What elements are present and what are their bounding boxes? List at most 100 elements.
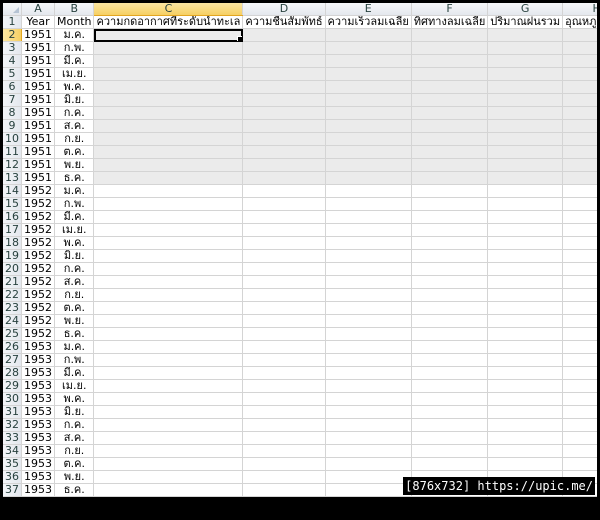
cell-year[interactable]: 1953 xyxy=(21,405,55,419)
cell-empty[interactable] xyxy=(242,236,326,250)
cell-empty[interactable] xyxy=(487,366,564,380)
cell-empty[interactable] xyxy=(562,405,597,419)
row-header[interactable]: 24 xyxy=(3,314,22,328)
cell-empty[interactable] xyxy=(562,54,597,68)
cell-empty[interactable] xyxy=(487,431,564,445)
cell-empty[interactable] xyxy=(487,119,564,133)
cell-empty[interactable] xyxy=(325,366,412,380)
cell-empty[interactable] xyxy=(487,444,564,458)
cell-month[interactable]: ก.ย. xyxy=(54,132,95,146)
cell-year[interactable]: 1953 xyxy=(21,418,55,432)
cell-empty[interactable] xyxy=(242,28,326,42)
cell-empty[interactable] xyxy=(487,28,564,42)
cell-year[interactable]: 1951 xyxy=(21,67,55,81)
cell-empty[interactable] xyxy=(242,184,326,198)
cell-empty[interactable] xyxy=(325,171,412,185)
cell-year[interactable]: 1952 xyxy=(21,301,55,315)
cell-empty[interactable] xyxy=(93,184,244,198)
cell-empty[interactable] xyxy=(487,314,564,328)
row-header[interactable]: 12 xyxy=(3,158,22,172)
cell-empty[interactable] xyxy=(242,444,326,458)
cell-empty[interactable] xyxy=(93,392,244,406)
cell-empty[interactable] xyxy=(411,418,489,432)
cell-empty[interactable] xyxy=(242,132,326,146)
cell-empty[interactable] xyxy=(325,405,412,419)
cell-empty[interactable] xyxy=(242,106,326,120)
cell-empty[interactable] xyxy=(487,210,564,224)
row-header[interactable]: 10 xyxy=(3,132,22,146)
cell-empty[interactable] xyxy=(242,210,326,224)
row-header[interactable]: 18 xyxy=(3,236,22,250)
selected-cell-c2[interactable] xyxy=(93,28,244,42)
cell-empty[interactable] xyxy=(411,314,489,328)
cell-year[interactable]: 1951 xyxy=(21,28,55,42)
cell-empty[interactable] xyxy=(242,314,326,328)
cell-year[interactable]: 1953 xyxy=(21,353,55,367)
cell-empty[interactable] xyxy=(242,67,326,81)
cell-empty[interactable] xyxy=(93,314,244,328)
cell-empty[interactable] xyxy=(325,158,412,172)
cell-year[interactable]: 1953 xyxy=(21,457,55,471)
row-header[interactable]: 7 xyxy=(3,93,22,107)
cell-empty[interactable] xyxy=(242,418,326,432)
cell-empty[interactable] xyxy=(325,249,412,263)
cell-empty[interactable] xyxy=(93,80,244,94)
cell-month[interactable]: มิ.ย. xyxy=(54,405,95,419)
row-header[interactable]: 14 xyxy=(3,184,22,198)
cell-empty[interactable] xyxy=(487,340,564,354)
cell-empty[interactable] xyxy=(242,405,326,419)
cell-empty[interactable] xyxy=(242,119,326,133)
row-header[interactable]: 20 xyxy=(3,262,22,276)
cell-empty[interactable] xyxy=(93,444,244,458)
cell-empty[interactable] xyxy=(487,184,564,198)
cell-empty[interactable] xyxy=(562,80,597,94)
cell-year[interactable]: 1951 xyxy=(21,41,55,55)
cell-empty[interactable] xyxy=(411,392,489,406)
cell-empty[interactable] xyxy=(242,288,326,302)
cell-empty[interactable] xyxy=(562,236,597,250)
cell-empty[interactable] xyxy=(93,197,244,211)
cell-year[interactable]: 1951 xyxy=(21,80,55,94)
cell-month[interactable]: ธ.ค. xyxy=(54,327,95,341)
cell-month[interactable]: พ.ค. xyxy=(54,80,95,94)
cell-f1[interactable]: ทิศทางลมเฉลี่ย xyxy=(411,15,489,29)
cell-empty[interactable] xyxy=(242,483,326,497)
cell-empty[interactable] xyxy=(487,106,564,120)
cell-empty[interactable] xyxy=(93,470,244,484)
cell-empty[interactable] xyxy=(411,106,489,120)
cell-empty[interactable] xyxy=(242,431,326,445)
cell-empty[interactable] xyxy=(562,431,597,445)
cell-year[interactable]: 1953 xyxy=(21,470,55,484)
cell-empty[interactable] xyxy=(242,80,326,94)
cell-empty[interactable] xyxy=(487,132,564,146)
cell-empty[interactable] xyxy=(242,275,326,289)
cell-empty[interactable] xyxy=(487,405,564,419)
row-header[interactable]: 9 xyxy=(3,119,22,133)
cell-empty[interactable] xyxy=(487,496,564,497)
cell-year[interactable]: 1953 xyxy=(21,444,55,458)
cell-empty[interactable] xyxy=(93,483,244,497)
row-header[interactable]: 27 xyxy=(3,353,22,367)
cell-empty[interactable] xyxy=(562,132,597,146)
cell-empty[interactable] xyxy=(242,262,326,276)
cell-empty[interactable] xyxy=(562,392,597,406)
cell-empty[interactable] xyxy=(562,145,597,159)
cell-empty[interactable] xyxy=(411,496,489,497)
cell-empty[interactable] xyxy=(487,327,564,341)
cell-empty[interactable] xyxy=(487,93,564,107)
cell-empty[interactable] xyxy=(325,210,412,224)
row-header[interactable]: 26 xyxy=(3,340,22,354)
row-header[interactable]: 15 xyxy=(3,197,22,211)
cell-empty[interactable] xyxy=(325,28,412,42)
cell-empty[interactable] xyxy=(562,340,597,354)
cell-month[interactable]: มี.ค. xyxy=(54,210,95,224)
cell-g1[interactable]: ปริมาณฝนรวม xyxy=(487,15,564,29)
cell-month[interactable]: พ.ค. xyxy=(54,236,95,250)
cell-month[interactable]: ธ.ค. xyxy=(54,483,95,497)
cell-year[interactable]: 1953 xyxy=(21,431,55,445)
cell-e1[interactable]: ความเร็วลมเฉลี่ย xyxy=(325,15,412,29)
cell-year[interactable]: 1952 xyxy=(21,236,55,250)
cell-year[interactable]: 1951 xyxy=(21,54,55,68)
row-header[interactable]: 8 xyxy=(3,106,22,120)
cell-empty[interactable] xyxy=(325,236,412,250)
